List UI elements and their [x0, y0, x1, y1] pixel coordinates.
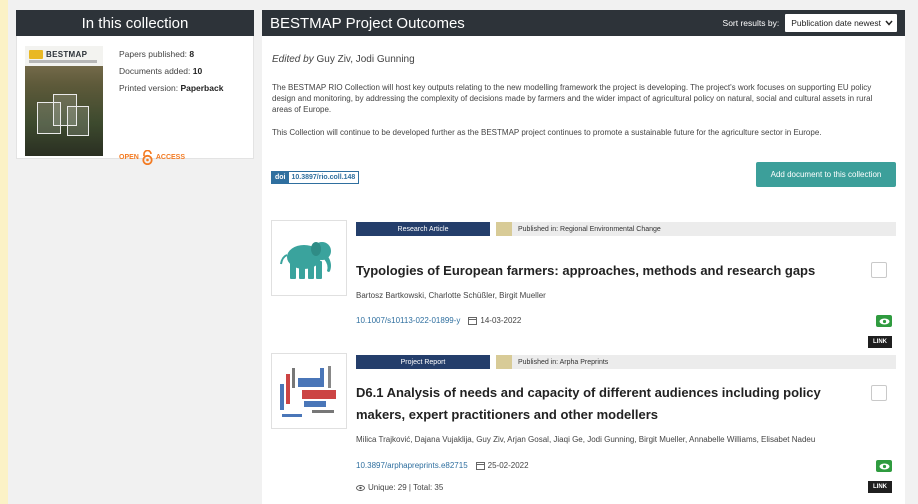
calendar-icon — [468, 316, 478, 325]
doi-value: 10.3897/rio.coll.148 — [291, 174, 356, 181]
link-button[interactable]: LINK — [868, 336, 892, 348]
documents-added: Documents added: 10 — [119, 66, 203, 76]
published-in-bar: Published in: Arpha Preprints — [496, 355, 896, 369]
eye-icon — [879, 318, 889, 324]
article-doi-link[interactable]: 10.1007/s10113-022-01899-y — [356, 316, 460, 325]
article-thumbnail[interactable] — [271, 353, 347, 429]
article-title[interactable]: D6.1 Analysis of needs and capacity of d… — [356, 382, 856, 426]
doi-label: doi — [272, 172, 289, 183]
collection-card: BESTMAP Papers published: 8 Documents ad… — [16, 36, 254, 165]
collection-description: The BESTMAP RIO Collection will host key… — [272, 83, 873, 114]
collection-cover-image[interactable]: BESTMAP — [25, 46, 103, 156]
article-type-badge: Project Report — [356, 355, 490, 369]
sidebar-title: In this collection — [16, 10, 254, 36]
article-date: 25-02-2022 — [487, 461, 529, 470]
bestmap-logo: BESTMAP — [29, 49, 99, 59]
page-side-strip — [0, 0, 8, 504]
sort-select[interactable]: Publication date newest — [785, 14, 897, 32]
editors-names: Guy Ziv, Jodi Gunning — [316, 54, 415, 65]
elephant-icon — [280, 242, 331, 279]
collection-main: BESTMAP Project Outcomes Sort results by… — [262, 10, 905, 504]
article-doi-link[interactable]: 10.3897/arphapreprints.e82715 — [356, 461, 468, 470]
collection-stats: Papers published: 8 Documents added: 10 … — [119, 46, 223, 97]
open-lock-icon — [142, 150, 153, 165]
printed-version: Printed version: Paperback — [119, 83, 224, 93]
select-checkbox[interactable] — [871, 262, 887, 278]
view-button[interactable] — [876, 315, 892, 327]
article-thumbnail[interactable] — [271, 220, 347, 296]
article-meta: 10.3897/arphapreprints.e82715 25-02-2022 — [356, 461, 529, 470]
papers-published: Papers published: 8 — [119, 49, 195, 59]
published-in-bar: Published in: Regional Environmental Cha… — [496, 222, 896, 236]
eye-icon — [356, 484, 365, 491]
view-button[interactable] — [876, 460, 892, 472]
eye-icon — [879, 463, 889, 469]
article-date: 14-03-2022 — [480, 316, 522, 325]
collection-description-2: This Collection will continue to be deve… — [272, 128, 822, 137]
chevron-down-icon — [885, 20, 893, 26]
link-button[interactable]: LINK — [868, 481, 892, 493]
article-title[interactable]: Typologies of European farmers: approach… — [356, 260, 856, 282]
documents-icon — [37, 90, 91, 140]
collection-sidebar: In this collection BESTMAP Papers publis… — [16, 10, 254, 165]
article-authors: Bartosz Bartkowski, Charlotte Schüßler, … — [356, 291, 546, 300]
open-access-logo: OPEN ACCESS — [119, 150, 185, 165]
article-meta: 10.1007/s10113-022-01899-y 14-03-2022 — [356, 316, 521, 325]
editors-line: Edited by Guy Ziv, Jodi Gunning — [272, 54, 415, 65]
select-checkbox[interactable] — [871, 385, 887, 401]
sort-label: Sort results by: — [722, 18, 780, 28]
collection-title: BESTMAP Project Outcomes — [270, 14, 465, 32]
article-authors: Milica Trajković, Dajana Vujaklija, Guy … — [356, 435, 816, 444]
word-cloud-thumbnail — [278, 362, 340, 420]
calendar-icon — [475, 461, 485, 470]
article-stats: Unique: 29 | Total: 35 — [356, 483, 443, 492]
sort-value: Publication date newest — [791, 18, 881, 28]
add-document-button[interactable]: Add document to this collection — [756, 162, 896, 187]
collection-doi[interactable]: doi 10.3897/rio.coll.148 — [271, 171, 360, 184]
main-header: BESTMAP Project Outcomes Sort results by… — [262, 10, 905, 36]
article-type-badge: Research Article — [356, 222, 490, 236]
